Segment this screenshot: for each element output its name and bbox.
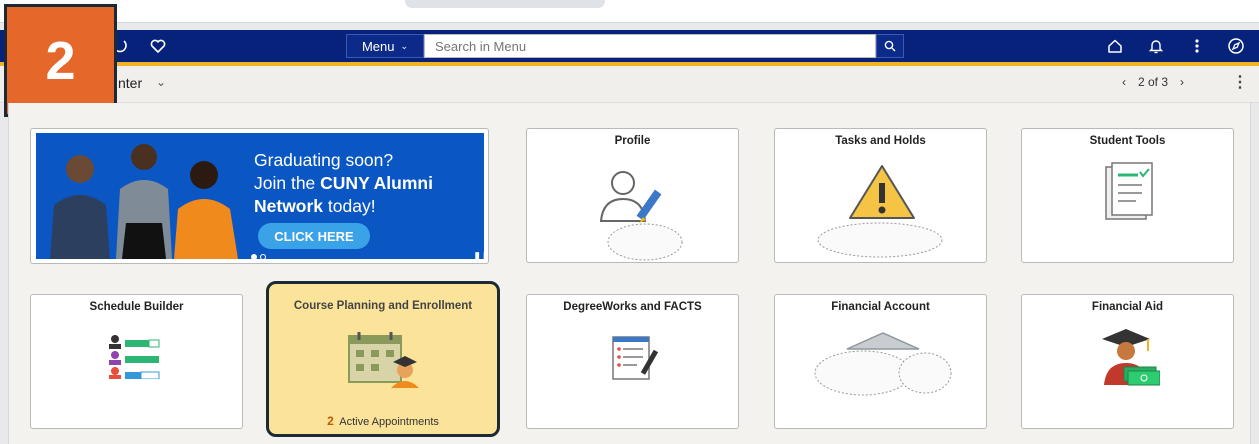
redacted-blob [817, 222, 943, 258]
tile-title: Schedule Builder [89, 301, 184, 313]
menu-button[interactable]: Menu ⌄ [346, 34, 424, 58]
banner-text: Graduating soon? Join the CUNY Alumni Ne… [254, 149, 433, 218]
active-appointments: 2 Active Appointments [269, 414, 497, 428]
alumni-banner: Graduating soon? Join the CUNY Alumni Ne… [36, 133, 484, 259]
next-page-icon[interactable]: › [1180, 75, 1184, 89]
top-navbar: Menu ⌄ [0, 30, 1259, 66]
tile-student-tools[interactable]: Student Tools [1021, 128, 1234, 263]
banner-line-2: Join the CUNY Alumni [254, 173, 433, 193]
tile-title: Student Tools [1089, 135, 1166, 147]
profile-edit-icon [599, 171, 662, 223]
carousel-dot-1[interactable] [251, 254, 257, 259]
checklist-document-icon [1105, 162, 1153, 220]
tile-degreeworks-and-facts[interactable]: DegreeWorks and FACTS [526, 294, 739, 429]
search-button[interactable] [876, 34, 904, 58]
redacted-blob [814, 350, 952, 396]
chevron-down-icon[interactable]: ⌄ [156, 75, 166, 89]
page-indicator: 2 of 3 [1138, 75, 1169, 89]
appointment-label: Active Appointments [339, 416, 439, 428]
alumni-people-photo [36, 133, 246, 259]
warning-icon [849, 165, 915, 219]
tile-course-planning-and-enrollment[interactable]: Course Planning and Enrollment 2 Active … [266, 281, 500, 437]
tile-title: DegreeWorks and FACTS [563, 301, 702, 313]
tile-title: Tasks and Holds [835, 135, 926, 147]
click-here-button[interactable]: CLICK HERE [258, 223, 370, 249]
alumni-banner-tile[interactable]: Graduating soon? Join the CUNY Alumni Ne… [30, 128, 489, 264]
tile-profile[interactable]: Profile [526, 128, 739, 263]
tile-financial-aid[interactable]: Financial Aid [1021, 294, 1234, 429]
schedule-builder-icon [109, 335, 160, 379]
tile-tasks-and-holds[interactable]: Tasks and Holds [774, 128, 987, 263]
chevron-down-icon: ⌄ [400, 40, 409, 51]
options-kebab-icon[interactable]: ⋮ [1232, 72, 1248, 92]
search-icon [884, 40, 896, 52]
notifications-bell-icon[interactable] [1144, 34, 1168, 58]
homepage-header-bar: nter ⌄ ‹ 2 of 3 › ⋮ [0, 66, 1259, 103]
tile-financial-account[interactable]: Financial Account [774, 294, 987, 429]
browser-top-strip [0, 0, 1259, 23]
document-pen-icon [612, 336, 659, 380]
carousel-dot-2[interactable] [260, 254, 266, 259]
search-input[interactable] [424, 34, 876, 58]
tile-title: Financial Account [831, 301, 930, 313]
calendar-student-icon [348, 332, 419, 388]
faded-search-bar [405, 0, 605, 8]
navigator-compass-icon[interactable] [1224, 34, 1248, 58]
banner-line-3: Network today! [254, 196, 376, 216]
carousel-dots[interactable] [251, 254, 266, 259]
tile-schedule-builder[interactable]: Schedule Builder [30, 294, 243, 429]
home-icon[interactable] [1103, 34, 1127, 58]
tile-title: Financial Aid [1091, 301, 1164, 313]
redacted-blob [607, 223, 683, 261]
graduate-money-icon [1102, 329, 1160, 386]
pause-icon[interactable]: ❚❚ [473, 252, 484, 259]
menu-label: Menu [361, 38, 395, 54]
favorites-heart-icon[interactable] [146, 34, 170, 58]
step-number-badge: 2 [4, 4, 117, 117]
tile-title: Profile [614, 135, 651, 147]
previous-page-icon[interactable]: ‹ [1122, 75, 1126, 89]
appointment-count: 2 [327, 414, 334, 428]
homepage-pager: ‹ 2 of 3 › [1122, 75, 1184, 89]
tile-title: Course Planning and Enrollment [293, 300, 473, 312]
homepage-title[interactable]: nter [118, 75, 142, 91]
actions-kebab-icon[interactable] [1185, 34, 1209, 58]
banner-line-1: Graduating soon? [254, 150, 394, 170]
